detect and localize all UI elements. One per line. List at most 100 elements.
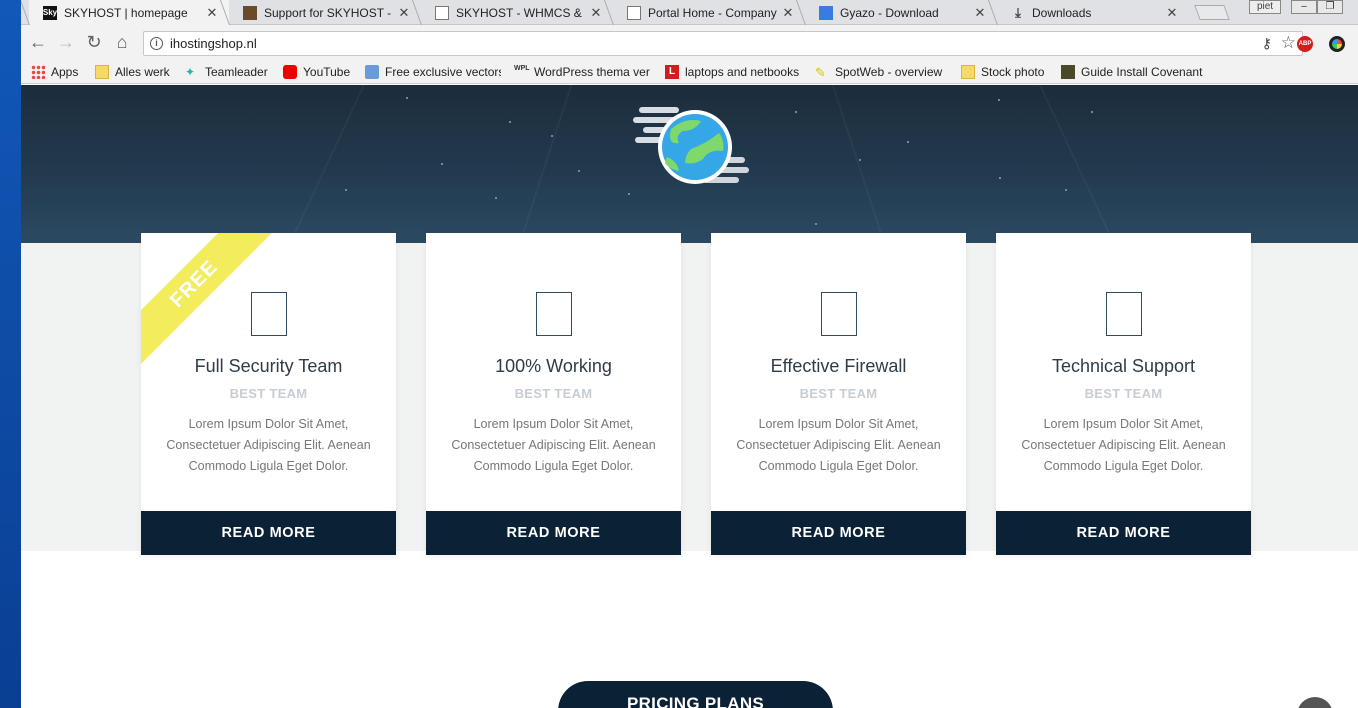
tab-title: Support for SKYHOST - W — [264, 5, 393, 20]
tab-gyazo[interactable]: Gyazo - Download ✕ — [805, 0, 997, 25]
forward-arrow-icon[interactable]: → — [57, 33, 75, 51]
bookmark-label: YouTube — [303, 65, 351, 79]
skyhost-favicon-icon: Sky — [43, 5, 57, 20]
feature-description: Lorem Ipsum Dolor Sit Amet, Consectetuer… — [736, 417, 941, 473]
feature-icon — [536, 292, 572, 336]
profile-button[interactable]: piet — [1249, 0, 1281, 14]
bookmark-free-vectors[interactable]: Free exclusive vectors — [365, 64, 501, 80]
close-tab-icon[interactable]: ✕ — [1165, 5, 1179, 21]
bookmarks-bar: Apps Alles werk ✦ Teamleader YouTube Fre… — [21, 60, 1358, 84]
tab-title: Downloads — [1032, 5, 1092, 20]
feature-title: Effective Firewall — [770, 356, 907, 376]
browser-window: Sky SKYHOST | homepage ✕ Support for SKY… — [21, 0, 1358, 708]
read-more-button[interactable]: READ MORE — [141, 511, 396, 555]
teamleader-icon: ✦ — [185, 65, 196, 79]
feature-subtitle: BEST TEAM — [229, 386, 308, 401]
tab-downloads[interactable]: ⤓ Downloads ✕ — [997, 0, 1189, 25]
bookmark-label: Guide Install Covenant — [1081, 65, 1203, 79]
bookmark-label: Teamleader — [205, 65, 268, 79]
feature-subtitle: BEST TEAM — [514, 386, 593, 401]
close-tab-icon[interactable]: ✕ — [397, 5, 411, 21]
feature-title: Technical Support — [1051, 356, 1196, 376]
download-icon: ⤓ — [1015, 4, 1021, 20]
bookmark-guide-covenant[interactable]: Guide Install Covenant — [1061, 64, 1211, 80]
wpl-icon: WPL — [514, 65, 530, 72]
feature-card: FREE Full Security Team BEST TEAM Lorem … — [141, 233, 396, 555]
tab-support[interactable]: Support for SKYHOST - W ✕ — [229, 0, 421, 25]
pricing-plans-button[interactable]: PRICING PLANS — [558, 681, 833, 708]
folder-icon — [961, 65, 975, 79]
guide-icon — [1061, 65, 1075, 79]
feature-description: Lorem Ipsum Dolor Sit Amet, Consectetuer… — [166, 417, 371, 473]
bookmark-label: Alles werk — [115, 65, 170, 79]
bookmark-label: WordPress thema ver — [534, 65, 650, 79]
tab-portal-home[interactable]: Portal Home - Company ✕ — [613, 0, 805, 25]
bookmark-label: Stock photo — [981, 65, 1045, 79]
minimize-button[interactable]: – — [1291, 0, 1317, 14]
key-icon[interactable]: ⚷ — [1262, 35, 1272, 52]
l-icon: L — [665, 65, 679, 79]
bookmark-spotweb[interactable]: ✎ SpotWeb - overview — [815, 64, 947, 80]
tab-strip: Sky SKYHOST | homepage ✕ Support for SKY… — [21, 0, 1358, 25]
navigation-bar: ← → ↻ ⌂ i ihostingshop.nl ⚷ ☆ ABP — [21, 25, 1358, 60]
feature-description: Lorem Ipsum Dolor Sit Amet, Consectetuer… — [451, 417, 656, 473]
scroll-to-top-button[interactable] — [1297, 697, 1333, 708]
cloud-icon — [365, 65, 379, 79]
tab-title: Portal Home - Company — [648, 5, 777, 20]
feature-icon — [821, 292, 857, 336]
bookmark-youtube[interactable]: YouTube — [283, 64, 361, 80]
bookmark-wordpress[interactable]: WPL WordPress thema ver — [514, 64, 652, 80]
address-bar[interactable]: i ihostingshop.nl ⚷ ☆ — [143, 31, 1303, 56]
read-more-button[interactable]: READ MORE — [996, 511, 1251, 555]
read-more-button[interactable]: READ MORE — [711, 511, 966, 555]
apps-grid-icon — [31, 65, 45, 79]
bookmark-label: laptops and netbooks — [685, 65, 800, 79]
folder-icon — [95, 65, 109, 79]
adblock-plus-icon[interactable]: ABP — [1297, 36, 1313, 52]
extension-icon[interactable] — [1329, 36, 1345, 52]
tab-title: Gyazo - Download — [840, 5, 939, 20]
close-tab-icon[interactable]: ✕ — [781, 5, 795, 21]
back-arrow-icon[interactable]: ← — [29, 33, 47, 51]
gyazo-favicon-icon — [819, 5, 833, 20]
feature-card: Technical Support BEST TEAM Lorem Ipsum … — [996, 233, 1251, 555]
tab-skyhost-homepage[interactable]: Sky SKYHOST | homepage ✕ — [29, 0, 229, 25]
bookmark-label: Apps — [51, 65, 79, 79]
feature-subtitle: BEST TEAM — [1084, 386, 1163, 401]
spot-icon: ✎ — [815, 65, 826, 80]
feature-description: Lorem Ipsum Dolor Sit Amet, Consectetuer… — [1021, 417, 1226, 473]
youtube-icon — [283, 65, 297, 79]
bookmark-label: SpotWeb - overview — [835, 65, 943, 79]
info-icon[interactable]: i — [150, 37, 163, 50]
feature-card: 100% Working BEST TEAM Lorem Ipsum Dolor… — [426, 233, 681, 555]
close-tab-icon[interactable]: ✕ — [205, 5, 219, 21]
bookmark-apps[interactable]: Apps — [31, 64, 89, 80]
bookmark-teamleader[interactable]: ✦ Teamleader — [185, 64, 275, 80]
close-tab-icon[interactable]: ✕ — [973, 5, 987, 21]
feature-card: Effective Firewall BEST TEAM Lorem Ipsum… — [711, 233, 966, 555]
read-more-button[interactable]: READ MORE — [426, 511, 681, 555]
bookmark-star-icon[interactable]: ☆ — [1281, 33, 1296, 53]
new-tab-button[interactable] — [1194, 5, 1230, 20]
page-favicon-icon — [627, 5, 641, 20]
planet-illustration-icon — [633, 107, 749, 184]
close-tab-icon[interactable]: ✕ — [589, 5, 603, 21]
maximize-button[interactable]: ❐ — [1317, 0, 1343, 14]
url-text[interactable]: ihostingshop.nl — [170, 36, 257, 51]
bookmark-alles-werk[interactable]: Alles werk — [95, 64, 179, 80]
feature-icon — [251, 292, 287, 336]
tab-title: SKYHOST - WHMCS & H — [456, 5, 585, 20]
support-favicon-icon — [243, 5, 257, 20]
bookmark-label: Free exclusive vectors — [385, 65, 501, 79]
feature-icon — [1106, 292, 1142, 336]
reload-icon[interactable]: ↻ — [85, 33, 103, 51]
bookmark-stock-photo[interactable]: Stock photo — [961, 64, 1051, 80]
tab-whmcs[interactable]: SKYHOST - WHMCS & H ✕ — [421, 0, 613, 25]
desktop-background — [0, 0, 21, 708]
feature-subtitle: BEST TEAM — [799, 386, 878, 401]
tab-title: SKYHOST | homepage — [64, 5, 188, 20]
feature-title: Full Security Team — [194, 356, 343, 376]
bookmark-laptops[interactable]: L laptops and netbooks — [665, 64, 801, 80]
home-icon[interactable]: ⌂ — [113, 33, 131, 51]
hero-banner — [21, 85, 1358, 243]
